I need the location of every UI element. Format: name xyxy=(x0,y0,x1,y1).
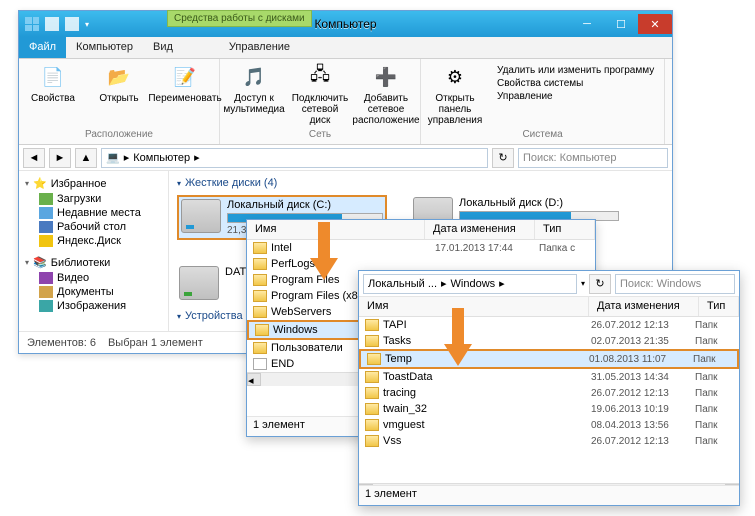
favorites-header[interactable]: Избранное xyxy=(51,178,107,190)
star-icon: ⭐ xyxy=(33,177,47,190)
titlebar[interactable]: ▾ Средства работы с дисками Компьютер ─ … xyxy=(19,11,672,37)
libraries-icon: 📚 xyxy=(33,256,47,269)
drive-icon xyxy=(179,266,219,300)
tab-file[interactable]: Файл xyxy=(19,37,66,58)
folder-icon xyxy=(365,371,379,383)
list-item[interactable]: Tasks02.07.2013 21:35Папк xyxy=(359,333,739,349)
breadcrumb-segment[interactable]: Локальный ... xyxy=(368,278,437,290)
folder-icon xyxy=(367,353,381,365)
nav-documents[interactable]: Документы xyxy=(25,285,162,299)
rename-button[interactable]: 📝Переименовать xyxy=(157,63,213,129)
col-name[interactable]: Имя xyxy=(247,220,425,239)
open-button[interactable]: 📂Открыть xyxy=(91,63,147,129)
col-date[interactable]: Дата изменения xyxy=(425,220,535,239)
nav-desktop[interactable]: Рабочий стол xyxy=(25,220,162,234)
qat-dropdown-icon[interactable]: ▾ xyxy=(85,20,89,29)
status-bar: 1 элемент xyxy=(359,485,739,505)
folder-list: TAPI26.07.2012 12:13Папк Tasks02.07.2013… xyxy=(359,317,739,483)
refresh-button[interactable]: ↻ xyxy=(589,274,611,294)
back-button[interactable]: ◄ xyxy=(23,148,45,168)
app-logo-icon xyxy=(25,17,39,31)
add-network-location-button[interactable]: ➕Добавить сетевое расположение xyxy=(358,63,414,129)
list-item[interactable]: ToastData31.05.2013 14:34Папк xyxy=(359,369,739,385)
properties-button[interactable]: 📄Свойства xyxy=(25,63,81,129)
status-selection: Выбран 1 элемент xyxy=(108,337,203,349)
nav-videos[interactable]: Видео xyxy=(25,271,162,285)
folder-icon xyxy=(253,242,267,254)
system-properties-link[interactable]: Свойства системы xyxy=(497,78,654,89)
manage-link[interactable]: Управление xyxy=(497,91,654,102)
ribbon-group-caption: Сеть xyxy=(226,129,414,140)
breadcrumb[interactable]: 💻 ▸ Компьютер ▸ xyxy=(101,148,488,168)
search-input[interactable]: Поиск: Windows xyxy=(615,274,735,294)
folder-icon xyxy=(253,342,267,354)
breadcrumb-segment[interactable]: Компьютер xyxy=(133,152,190,164)
list-item[interactable]: tracing26.07.2012 12:13Папк xyxy=(359,385,739,401)
drives-section-header[interactable]: Жесткие диски (4) xyxy=(185,177,277,189)
maximize-button[interactable]: ☐ xyxy=(604,14,638,34)
col-type[interactable]: Тип xyxy=(535,220,595,239)
breadcrumb-segment[interactable]: Windows xyxy=(451,278,496,290)
computer-icon: 💻 xyxy=(106,151,120,164)
tab-manage[interactable]: Управление xyxy=(219,37,300,58)
media-access-button[interactable]: 🎵Доступ к мультимедиа xyxy=(226,63,282,129)
uninstall-program-link[interactable]: Удалить или изменить программу xyxy=(497,65,654,76)
navigation-pane: ▾⭐Избранное Загрузки Недавние места Рабо… xyxy=(19,171,169,331)
folder-icon xyxy=(365,387,379,399)
drive-icon xyxy=(181,199,221,233)
ribbon: 📄Свойства 📂Открыть 📝Переименовать Распол… xyxy=(19,59,672,145)
search-input[interactable]: Поиск: Компьютер xyxy=(518,148,668,168)
breadcrumb[interactable]: Локальный ...▸ Windows▸ xyxy=(363,274,577,294)
up-button[interactable]: ▲ xyxy=(75,148,97,168)
folder-icon xyxy=(365,403,379,415)
status-count: Элементов: 6 xyxy=(27,337,96,349)
folder-icon xyxy=(365,319,379,331)
nav-downloads[interactable]: Загрузки xyxy=(25,192,162,206)
tab-view[interactable]: Вид xyxy=(143,37,183,58)
list-item[interactable]: vmguest08.04.2013 13:56Папк xyxy=(359,417,739,433)
qat-icon[interactable] xyxy=(45,17,59,31)
folder-icon xyxy=(253,290,267,302)
column-headers: Имя Дата изменения Тип xyxy=(359,297,739,317)
list-item[interactable]: TAPI26.07.2012 12:13Папк xyxy=(359,317,739,333)
nav-recent[interactable]: Недавние места xyxy=(25,206,162,220)
tab-computer[interactable]: Компьютер xyxy=(66,37,143,58)
folder-icon xyxy=(253,274,267,286)
drive-label: Локальный диск (C:) xyxy=(227,199,383,211)
close-button[interactable]: ✕ xyxy=(638,14,672,34)
map-drive-button[interactable]: 🖧Подключить сетевой диск xyxy=(292,63,348,129)
list-item[interactable]: Intel17.01.2013 17:44Папка с xyxy=(247,240,595,256)
ribbon-group-caption: Система xyxy=(427,129,658,140)
explorer-window-windows-folder: Локальный ...▸ Windows▸ ▾ ↻ Поиск: Windo… xyxy=(358,270,740,506)
folder-icon xyxy=(365,419,379,431)
folder-icon xyxy=(253,358,267,370)
window-title: Компьютер xyxy=(314,17,376,31)
folder-icon xyxy=(365,335,379,347)
folder-icon xyxy=(365,435,379,447)
minimize-button[interactable]: ─ xyxy=(570,14,604,34)
nav-yandex-disk[interactable]: Яндекс.Диск xyxy=(25,234,162,248)
refresh-button[interactable]: ↻ xyxy=(492,148,514,168)
col-type[interactable]: Тип xyxy=(699,297,739,316)
forward-button[interactable]: ► xyxy=(49,148,71,168)
folder-icon xyxy=(255,324,269,336)
address-bar-row: ◄ ► ▲ 💻 ▸ Компьютер ▸ ↻ Поиск: Компьютер xyxy=(19,145,672,171)
qat-icon[interactable] xyxy=(65,17,79,31)
folder-icon xyxy=(253,306,267,318)
ribbon-tabs: Файл Компьютер Вид Управление xyxy=(19,37,672,59)
list-item[interactable]: Vss26.07.2012 12:13Папк xyxy=(359,433,739,449)
list-item-temp[interactable]: Temp01.08.2013 11:07Папк xyxy=(359,349,739,369)
column-headers: Имя Дата изменения Тип xyxy=(247,220,595,240)
col-name[interactable]: Имя xyxy=(359,297,589,316)
address-bar-row: Локальный ...▸ Windows▸ ▾ ↻ Поиск: Windo… xyxy=(359,271,739,297)
col-date[interactable]: Дата изменения xyxy=(589,297,699,316)
drive-tools-tab[interactable]: Средства работы с дисками xyxy=(167,10,312,27)
libraries-header[interactable]: Библиотеки xyxy=(51,257,111,269)
control-panel-button[interactable]: ⚙Открыть панель управления xyxy=(427,63,483,129)
list-item[interactable]: twain_3219.06.2013 10:19Папк xyxy=(359,401,739,417)
nav-pictures[interactable]: Изображения xyxy=(25,299,162,313)
drive-label: Локальный диск (D:) xyxy=(459,197,619,209)
folder-icon xyxy=(253,258,267,270)
ribbon-group-caption: Расположение xyxy=(25,129,213,140)
